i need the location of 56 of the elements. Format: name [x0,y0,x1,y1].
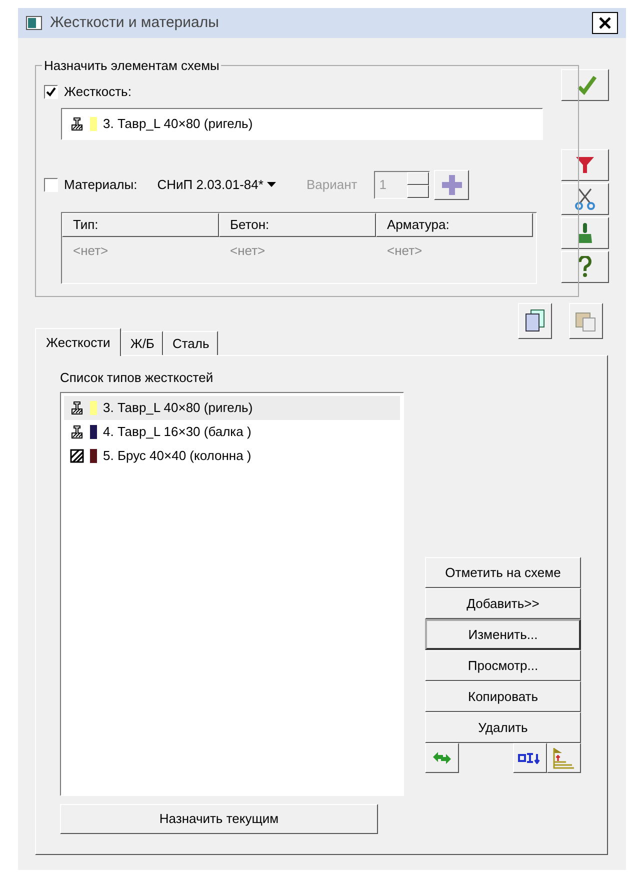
action-button[interactable]: Удалить [425,712,581,743]
tab[interactable]: Ж/Б [121,331,164,355]
documents-icon [524,309,546,333]
align-button[interactable] [513,743,547,773]
window-title: Жесткости и материалы [50,12,219,33]
refresh-button[interactable] [425,743,459,773]
tee-section-icon [70,400,84,414]
add-button[interactable] [434,170,470,200]
tee-section-icon [70,116,84,130]
tab[interactable]: Жесткости [35,328,122,356]
funnel-icon [575,155,595,175]
arrows-icon [432,750,452,766]
filter-button[interactable] [561,149,609,181]
column-header[interactable]: Бетон: [219,212,376,236]
blocks-icon [518,752,542,764]
hatched-square-icon [70,448,84,462]
brush-icon [577,222,593,244]
apply-button[interactable] [561,69,609,101]
list-item[interactable]: 5. Брус 40×40 (колонна ) [64,444,400,468]
paste-icon [575,310,597,332]
copy-button[interactable] [518,303,552,339]
help-button[interactable] [561,251,609,283]
tab[interactable]: Сталь [163,331,218,355]
question-icon [578,256,592,278]
checkbox-label: Жесткость: [64,83,132,101]
action-button[interactable]: Просмотр... [425,650,581,681]
action-button[interactable]: Изменить... [425,619,581,650]
brush-button[interactable] [561,217,609,249]
assign-current-button[interactable]: Назначить текущим [60,804,378,834]
list-label: Список типов жесткостей [60,369,214,387]
table-cell-text: <нет> [229,242,266,260]
scissors-icon [575,188,595,210]
variant-label: Вариант [306,176,358,194]
column-header[interactable]: Арматура: [376,212,533,236]
window-icon [26,16,42,30]
list-item[interactable]: 3. Тавр_L 40×80 (ригель) [64,396,400,420]
steps-icon [552,747,576,769]
stiffness-value: 3. Тавр_L 40×80 (ригель) [103,114,253,133]
checkbox-label: Материалы: [64,176,138,194]
close-icon [599,17,611,29]
plus-icon [442,174,462,194]
action-button[interactable]: Копировать [425,681,581,712]
paste-button[interactable] [569,303,603,339]
tee-section-icon [70,424,84,438]
action-button[interactable]: Отметить на схеме [425,557,581,588]
stiffness-field[interactable]: 3. Тавр_L 40×80 (ригель) [61,108,543,140]
table-cell-text: <нет> [72,242,110,260]
column-header[interactable]: Тип: [62,212,219,236]
levels-button[interactable] [547,743,581,773]
caret-icon [267,182,276,187]
cut-button[interactable] [561,183,609,215]
action-button[interactable]: Добавить>> [425,588,581,619]
close-button[interactable] [592,12,618,34]
table-cell-text: <нет> [386,242,424,260]
checkbox[interactable] [44,84,58,99]
list-item[interactable]: 4. Тавр_L 16×30 (балка ) [64,420,400,444]
